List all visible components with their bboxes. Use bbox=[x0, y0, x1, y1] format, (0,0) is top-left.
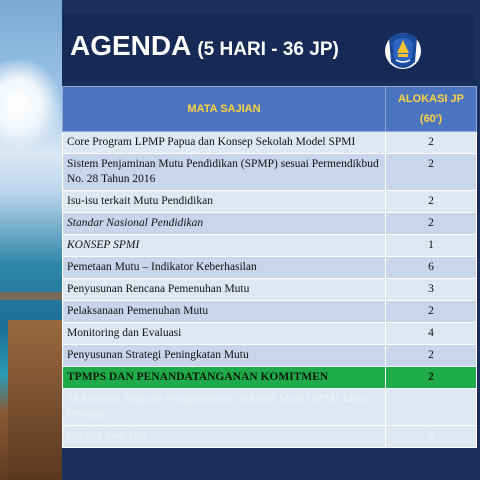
column-header-jp: ALOKASI JP (60') bbox=[385, 86, 477, 132]
table-row: Standar Nasional Pendidikan 2 bbox=[62, 212, 477, 235]
jp-cell: 2 bbox=[385, 153, 477, 191]
table-row: Pemetaan Mutu – Indikator Keberhasilan 6 bbox=[62, 256, 477, 279]
table-row: Isu-isu terkait Mutu Pendidikan 2 bbox=[62, 190, 477, 213]
slide-title: AGENDA (5 HARI - 36 JP) bbox=[70, 30, 339, 62]
subject-cell: Sistem Penjaminan Mutu Pendidikan (SPMP)… bbox=[62, 153, 386, 191]
jp-cell: 4 bbox=[385, 322, 477, 345]
jp-cell: 2 bbox=[385, 212, 477, 235]
table-row: Penyusunan Strategi Peningkatan Mutu 2 bbox=[62, 344, 477, 367]
jp-cell: 2 bbox=[385, 344, 477, 367]
agenda-table: MATA SAJIAN ALOKASI JP (60') Core Progra… bbox=[62, 86, 477, 448]
title-sub: (5 HARI - 36 JP) bbox=[197, 39, 339, 60]
jp-cell: 2 bbox=[385, 366, 477, 389]
subject-cell: Standar Nasional Pendidikan bbox=[62, 212, 386, 235]
subject-cell: Pemetaan Mutu – Indikator Keberhasilan bbox=[62, 256, 386, 279]
table-row: Pre dan Post Test 2 bbox=[62, 425, 477, 448]
subject-cell: Core Program LPMP Papua dan Konsep Sekol… bbox=[62, 131, 386, 154]
jp-cell: 2 bbox=[385, 425, 477, 448]
subject-cell: Isu-isu terkait Mutu Pendidikan bbox=[62, 190, 386, 213]
jp-cell: 6 bbox=[385, 256, 477, 279]
table-row: Core Program LPMP Papua dan Konsep Sekol… bbox=[62, 131, 477, 154]
jp-cell: 3 bbox=[385, 278, 477, 301]
subject-cell: Monitoring dan Evaluasi bbox=[62, 322, 386, 345]
table-row: TPMPS DAN PENANDATANGANAN KOMITMEN 2 bbox=[62, 366, 477, 389]
table-header-row: MATA SAJIAN ALOKASI JP (60') bbox=[62, 86, 477, 132]
table-row: Penyusunan Rencana Pemenuhan Mutu 3 bbox=[62, 278, 477, 301]
table-row: Sistem Penjaminan Mutu Pendidikan (SPMP)… bbox=[62, 153, 477, 191]
table-body: Core Program LPMP Papua dan Konsep Sekol… bbox=[62, 131, 477, 448]
table-row: KONSEP SPMI 1 bbox=[62, 234, 477, 257]
cloud-shape bbox=[0, 60, 60, 150]
dock-shape bbox=[8, 320, 62, 480]
title-main: AGENDA bbox=[70, 30, 192, 61]
table-row: Monitoring dan Evaluasi 4 bbox=[62, 322, 477, 345]
jp-cell: 2 bbox=[385, 388, 477, 426]
table-row: Mekanisme Program Pengembangan Sekolah M… bbox=[62, 388, 477, 426]
jp-cell: 2 bbox=[385, 300, 477, 323]
jp-cell: 2 bbox=[385, 190, 477, 213]
subject-cell: TPMPS DAN PENANDATANGANAN KOMITMEN bbox=[62, 366, 386, 389]
subject-cell: Mekanisme Program Pengembangan Sekolah M… bbox=[62, 388, 386, 426]
subject-cell: Pre dan Post Test bbox=[62, 425, 386, 448]
tut-wuri-handayani-emblem-icon bbox=[384, 28, 422, 74]
column-header-subject: MATA SAJIAN bbox=[62, 86, 386, 132]
jp-cell: 1 bbox=[385, 234, 477, 257]
subject-cell: KONSEP SPMI bbox=[62, 234, 386, 257]
subject-cell: Pelaksanaan Pemenuhan Mutu bbox=[62, 300, 386, 323]
jp-cell: 2 bbox=[385, 131, 477, 154]
subject-cell: Penyusunan Strategi Peningkatan Mutu bbox=[62, 344, 386, 367]
pier-shape bbox=[0, 292, 62, 300]
background-photo bbox=[0, 0, 62, 480]
table-row: Pelaksanaan Pemenuhan Mutu 2 bbox=[62, 300, 477, 323]
subject-cell: Penyusunan Rencana Pemenuhan Mutu bbox=[62, 278, 386, 301]
